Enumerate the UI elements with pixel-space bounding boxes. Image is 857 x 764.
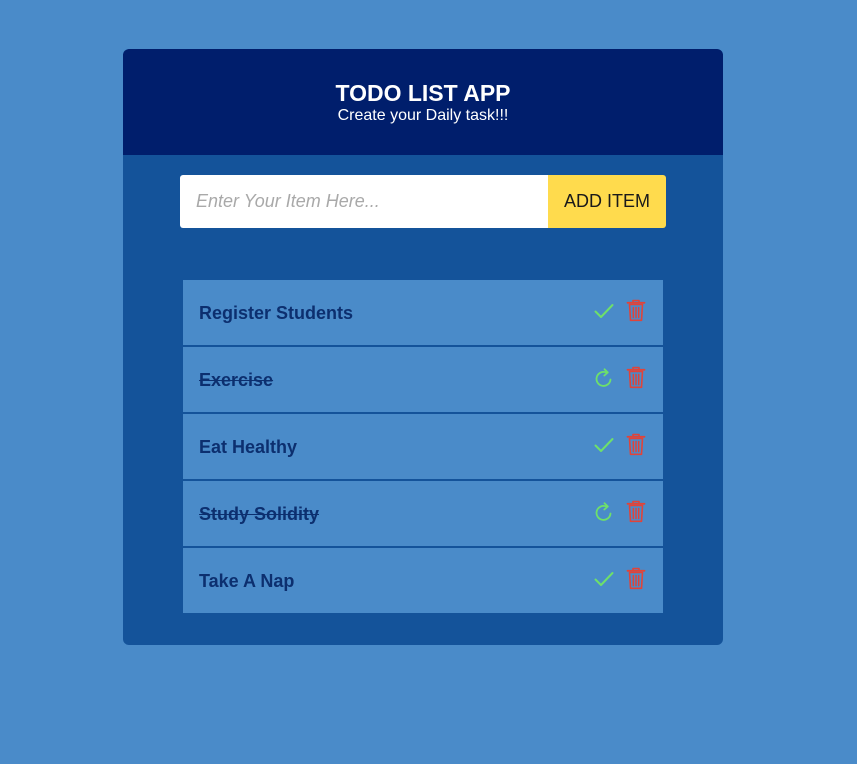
app-title: TODO LIST APP bbox=[335, 80, 511, 106]
app-subtitle: Create your Daily task!!! bbox=[337, 107, 509, 124]
item-input[interactable] bbox=[180, 175, 548, 228]
add-item-form: ADD ITEM bbox=[180, 175, 666, 228]
trash-icon[interactable] bbox=[625, 567, 647, 591]
app-header: TODO LIST APP Create your Daily task!!! bbox=[123, 49, 723, 155]
check-icon[interactable] bbox=[593, 567, 615, 591]
check-icon[interactable] bbox=[593, 433, 615, 457]
trash-icon[interactable] bbox=[625, 299, 647, 323]
todo-app-card: TODO LIST APP Create your Daily task!!! … bbox=[123, 49, 723, 645]
add-item-button[interactable]: ADD ITEM bbox=[548, 175, 666, 228]
todo-item: Exercise bbox=[183, 347, 663, 414]
redo-icon[interactable] bbox=[593, 366, 615, 390]
todo-item: Register Students bbox=[183, 280, 663, 347]
redo-icon[interactable] bbox=[593, 500, 615, 524]
todo-item-actions bbox=[593, 500, 647, 524]
todo-item: Eat Healthy bbox=[183, 414, 663, 481]
todo-item-text: Study Solidity bbox=[199, 504, 320, 524]
todo-item-actions bbox=[593, 567, 647, 591]
todo-item: Study Solidity bbox=[183, 481, 663, 548]
todo-item-text: Take A Nap bbox=[199, 571, 295, 591]
todo-item-actions bbox=[593, 433, 647, 457]
todo-item-actions bbox=[593, 299, 647, 323]
todo-item-text: Eat Healthy bbox=[199, 437, 298, 457]
trash-icon[interactable] bbox=[625, 433, 647, 457]
todo-item: Take A Nap bbox=[183, 548, 663, 613]
todo-list: Register Students Exercise Eat Healthy Stud… bbox=[183, 280, 663, 613]
trash-icon[interactable] bbox=[625, 500, 647, 524]
trash-icon[interactable] bbox=[625, 366, 647, 390]
todo-item-text: Exercise bbox=[199, 370, 274, 390]
check-icon[interactable] bbox=[593, 299, 615, 323]
todo-item-text: Register Students bbox=[199, 303, 354, 323]
todo-item-actions bbox=[593, 366, 647, 390]
